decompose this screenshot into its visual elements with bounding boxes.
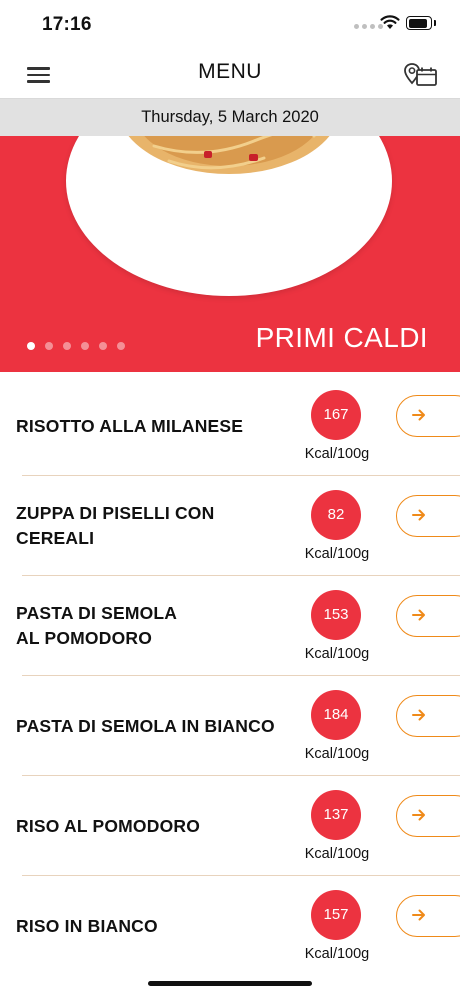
location-calendar-icon[interactable] [403,62,439,88]
open-dish-button[interactable] [396,595,460,637]
list-item[interactable]: RISO AL POMODORO 137 Kcal/100g [0,776,460,876]
kcal-badge: 157 [311,890,361,940]
kcal-unit: Kcal/100g [304,646,370,662]
kcal-badge: 137 [311,790,361,840]
kcal-unit: Kcal/100g [304,446,370,462]
pagination-dot[interactable] [81,342,89,350]
wifi-icon [380,15,400,29]
arrow-right-icon [412,509,425,521]
kcal-badge: 153 [311,590,361,640]
open-dish-button[interactable] [396,495,460,537]
open-dish-button[interactable] [396,895,460,937]
pasta-image [128,136,330,174]
arrow-right-icon [412,709,425,721]
list-item[interactable]: PASTA DI SEMOLA AL POMODORO 153 Kcal/100… [0,576,460,676]
category-carousel[interactable]: PRIMI CALDI [0,136,460,372]
kcal-badge: 167 [311,390,361,440]
status-bar: 17:16 [0,0,460,50]
kcal-unit: Kcal/100g [304,946,370,962]
dish-name: PASTA DI SEMOLA IN BIANCO [16,715,275,736]
dish-name: PASTA DI SEMOLA AL POMODORO [16,603,178,648]
dish-name: ZUPPA DI PISELLI CON CEREALI [16,503,215,548]
page-title: MENU [198,60,262,83]
dish-name: RISO IN BIANCO [16,915,158,936]
dish-name: RISOTTO ALLA MILANESE [16,415,244,436]
open-dish-button[interactable] [396,695,460,737]
pagination-dot[interactable] [63,342,71,350]
dish-list: RISOTTO ALLA MILANESE 167 Kcal/100g ZUPP… [0,376,460,976]
carousel-pagination[interactable] [27,342,125,350]
open-dish-button[interactable] [396,395,460,437]
list-item[interactable]: ZUPPA DI PISELLI CON CEREALI 82 Kcal/100… [0,476,460,576]
kcal-unit: Kcal/100g [304,846,370,862]
kcal-badge: 82 [311,490,361,540]
pagination-dot[interactable] [117,342,125,350]
list-item[interactable]: RISO IN BIANCO 157 Kcal/100g [0,876,460,976]
kcal-unit: Kcal/100g [304,746,370,762]
cellular-signal-icon [354,24,383,29]
kcal-badge: 184 [311,690,361,740]
dish-name: RISO AL POMODORO [16,815,201,836]
nav-bar: MENU [0,50,460,99]
pagination-dot[interactable] [45,342,53,350]
date-label: Thursday, 5 March 2020 [0,99,460,136]
pagination-dot[interactable] [99,342,107,350]
arrow-right-icon [412,809,425,821]
arrow-right-icon [412,609,425,621]
open-dish-button[interactable] [396,795,460,837]
home-indicator[interactable] [148,981,312,986]
list-item[interactable]: PASTA DI SEMOLA IN BIANCO 184 Kcal/100g [0,676,460,776]
pagination-dot[interactable] [27,342,35,350]
dish-plate-image [66,136,392,296]
category-title: PRIMI CALDI [255,322,428,353]
battery-icon [406,16,436,30]
arrow-right-icon [412,909,425,921]
list-item[interactable]: RISOTTO ALLA MILANESE 167 Kcal/100g [0,376,460,476]
kcal-unit: Kcal/100g [304,546,370,562]
arrow-right-icon [412,409,425,421]
status-time: 17:16 [42,14,92,35]
